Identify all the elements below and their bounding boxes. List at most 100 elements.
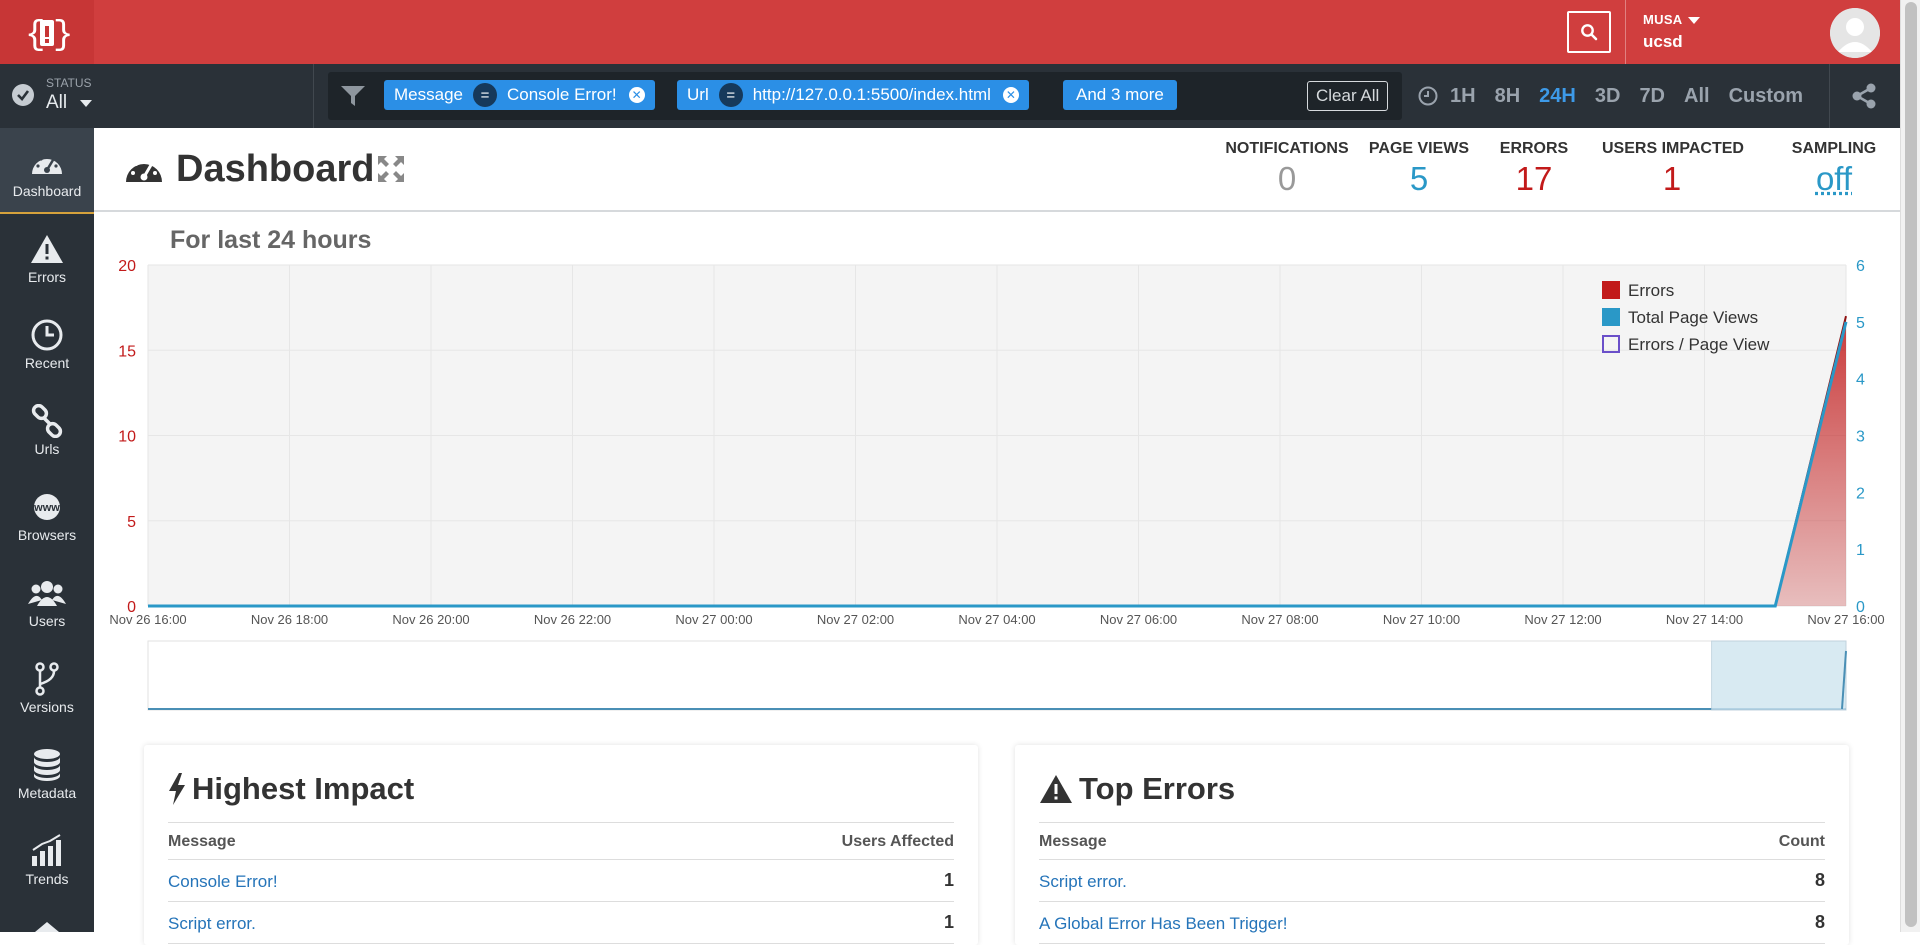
org-name: MUSA [1643, 12, 1683, 27]
stat-value: 5 [1409, 160, 1429, 197]
user-name[interactable]: ucsd [1643, 32, 1683, 52]
scrollbar-thumb[interactable] [1905, 2, 1917, 927]
stat-value: 1 [1662, 160, 1682, 197]
row-value: 8 [1814, 912, 1825, 932]
time-option-custom[interactable]: Custom [1729, 85, 1803, 108]
sidebar-item-dashboard[interactable]: Dashboard [0, 128, 94, 214]
page-title: Dashboard [176, 148, 375, 190]
sidebar-item-errors[interactable]: Errors [0, 214, 94, 300]
chip-value: Console Error! [506, 85, 617, 104]
stat-label: PAGE VIEWS [1368, 140, 1470, 157]
column-header-count[interactable]: Count [1779, 833, 1825, 851]
x-tick-label: Nov 26 16:00 [109, 612, 186, 627]
filter-icon[interactable] [340, 84, 366, 108]
chevron-down-icon [1688, 17, 1701, 25]
y-left-tick-label: 15 [118, 343, 136, 360]
svg-text:}: } [53, 17, 71, 55]
dashboard-icon [32, 154, 62, 174]
x-tick-label: Nov 26 18:00 [251, 612, 328, 627]
column-header-message[interactable]: Message [168, 833, 236, 851]
sidebar-item-urls[interactable]: Urls [0, 386, 94, 472]
stat-sampling[interactable]: SAMPLING off [1784, 140, 1884, 198]
y-left-tick-label: 5 [127, 514, 136, 531]
column-header-users-affected[interactable]: Users Affected [842, 833, 954, 851]
sidebar-item-users[interactable]: Users [0, 558, 94, 644]
sidebar-item-trends[interactable]: Trends [0, 816, 94, 902]
navigator-background [147, 640, 1847, 711]
chip-value: http://127.0.0.1:5500/index.html [752, 85, 991, 104]
stat-errors[interactable]: ERRORS 17 [1494, 140, 1574, 198]
legend-label: Errors / Page View [1628, 335, 1770, 354]
avatar[interactable] [1830, 8, 1880, 58]
legend-label: Total Page Views [1628, 308, 1758, 327]
stat-value: 0 [1277, 160, 1297, 197]
stat-users-impacted[interactable]: USERS IMPACTED 1 [1602, 140, 1744, 198]
x-tick-label: Nov 27 02:00 [817, 612, 894, 627]
filter-bar: STATUS All Message = Console Error! ✕ Ur… [0, 64, 1900, 128]
clear-all-button[interactable]: Clear All [1307, 81, 1389, 111]
stat-value: 17 [1515, 160, 1553, 197]
y-left-tick-label: 20 [118, 258, 136, 275]
table-row[interactable]: Console Error! 1 [168, 860, 954, 902]
table-row[interactable]: A Global Error Has Been Trigger! 8 [1039, 902, 1825, 944]
row-message-link[interactable]: Console Error! [168, 872, 278, 892]
logo-icon: { } [25, 17, 71, 55]
x-tick-label: Nov 27 14:00 [1666, 612, 1743, 627]
sidebar-more-icon[interactable] [35, 922, 59, 932]
sidebar-item-recent[interactable]: Recent [0, 300, 94, 386]
bolt-icon [169, 773, 185, 805]
search-button[interactable] [1567, 11, 1611, 53]
stat-label: ERRORS [1499, 140, 1569, 157]
y-left-tick-label: 10 [118, 429, 136, 446]
sidebar-item-browsers[interactable]: www Browsers [0, 472, 94, 558]
trends-icon [32, 834, 61, 866]
org-selector[interactable]: MUSA [1643, 12, 1701, 27]
column-header-message[interactable]: Message [1039, 833, 1107, 851]
time-option-1h[interactable]: 1H [1450, 85, 1476, 108]
app-logo[interactable]: { } [0, 0, 94, 64]
filter-chip-message[interactable]: Message = Console Error! ✕ [384, 80, 655, 110]
time-option-8h[interactable]: 8H [1495, 85, 1521, 108]
close-icon[interactable]: ✕ [628, 87, 645, 103]
share-icon[interactable] [1850, 82, 1878, 110]
row-message-link[interactable]: A Global Error Has Been Trigger! [1039, 914, 1288, 934]
stat-page-views[interactable]: PAGE VIEWS 5 [1364, 140, 1474, 198]
x-tick-label: Nov 27 08:00 [1241, 612, 1318, 627]
time-option-all[interactable]: All [1684, 85, 1710, 108]
stat-notifications[interactable]: NOTIFICATIONS 0 [1207, 140, 1367, 198]
row-message-link[interactable]: Script error. [1039, 872, 1127, 892]
expand-icon[interactable] [376, 154, 406, 184]
page-header: Dashboard NOTIFICATIONS 0 PAGE VIEWS 5 E… [94, 128, 1900, 212]
table-header: Message Count [1039, 822, 1825, 860]
page-scrollbar[interactable] [1900, 0, 1920, 932]
card-title: Highest Impact [168, 771, 414, 807]
sidebar-item-metadata[interactable]: Metadata [0, 730, 94, 816]
table-row[interactable]: Script error. 1 [168, 902, 954, 944]
user-avatar-icon [1830, 8, 1880, 58]
table-row[interactable]: Script error. 8 [1039, 860, 1825, 902]
x-tick-label: Nov 26 20:00 [392, 612, 469, 627]
warning-icon [1040, 775, 1072, 803]
row-value: 8 [1814, 870, 1825, 890]
time-option-3d[interactable]: 3D [1595, 85, 1621, 108]
close-icon[interactable]: ✕ [1002, 87, 1019, 103]
time-option-24h[interactable]: 24H [1539, 85, 1576, 108]
filter-chip-url[interactable]: Url = http://127.0.0.1:5500/index.html ✕ [677, 80, 1029, 110]
time-option-7d[interactable]: 7D [1639, 85, 1665, 108]
sidebar: Dashboard Errors Recent Urls www Browser… [0, 128, 94, 932]
card-title-text: Highest Impact [192, 771, 415, 806]
y-right-tick-label: 6 [1856, 258, 1865, 275]
filter-panel: Message = Console Error! ✕ Url = http://… [328, 72, 1402, 120]
more-filters-button[interactable]: And 3 more [1063, 80, 1177, 110]
sidebar-item-versions[interactable]: Versions [0, 644, 94, 730]
status-value: All [46, 92, 68, 113]
x-tick-label: Nov 27 16:00 [1807, 612, 1884, 627]
x-tick-label: Nov 27 04:00 [958, 612, 1035, 627]
warning-icon [31, 235, 63, 263]
branch-icon [35, 662, 59, 696]
sidebar-item-label: Browsers [17, 527, 77, 543]
y-right-tick-label: 3 [1856, 429, 1865, 446]
row-message-link[interactable]: Script error. [168, 914, 256, 934]
legend-swatch [1602, 308, 1620, 326]
status-selector[interactable]: STATUS All [0, 64, 314, 128]
